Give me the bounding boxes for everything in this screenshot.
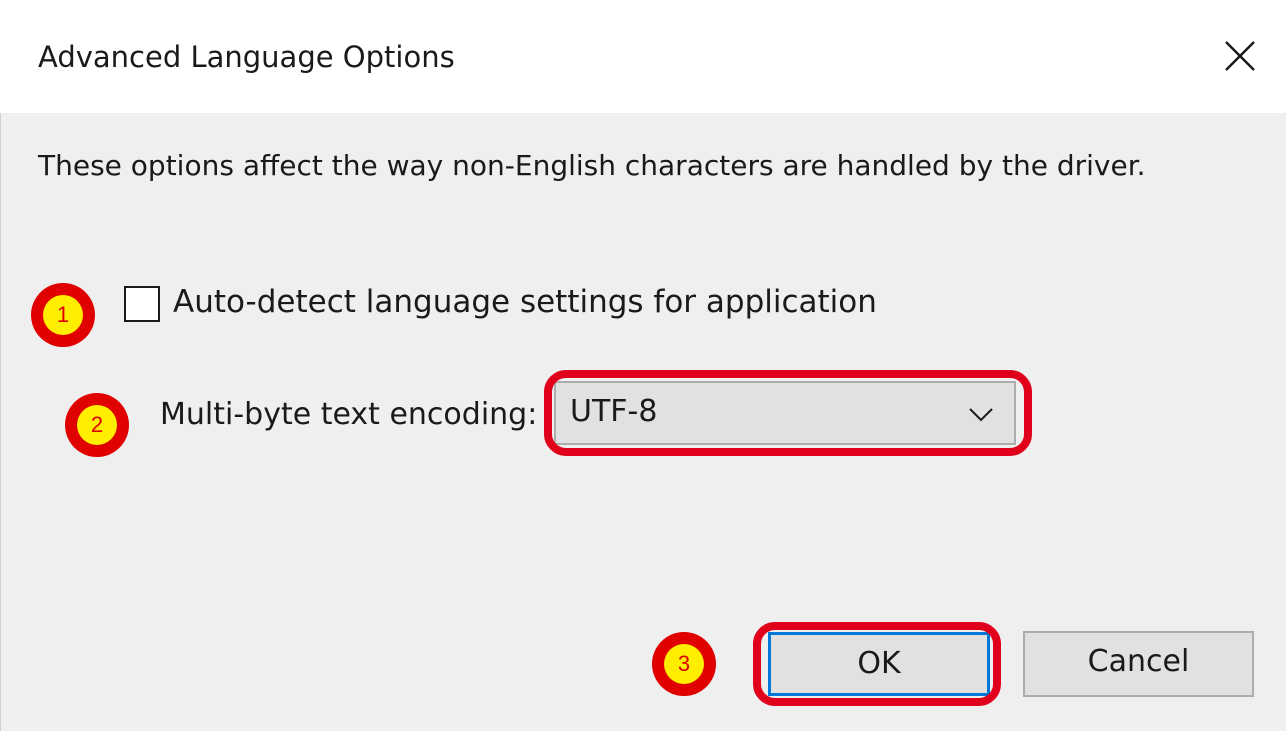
description-text: These options affect the way non-English… — [38, 149, 1146, 182]
encoding-label: Multi-byte text encoding: — [160, 397, 538, 432]
cancel-button[interactable]: Cancel — [1023, 631, 1254, 697]
encoding-highlight-box — [544, 370, 1032, 456]
title-bar: Advanced Language Options — [0, 0, 1286, 113]
close-icon — [1225, 41, 1255, 71]
ok-highlight-box — [753, 622, 1001, 706]
dialog-title: Advanced Language Options — [38, 40, 455, 74]
dialog-window: Advanced Language Options These options … — [0, 0, 1286, 731]
step-badge-1-number: 1 — [43, 295, 83, 335]
step-badge-2: 2 — [65, 393, 129, 457]
step-badge-1: 1 — [31, 283, 95, 347]
auto-detect-label[interactable]: Auto-detect language settings for applic… — [173, 284, 877, 320]
close-button[interactable] — [1220, 36, 1260, 76]
step-badge-3-number: 3 — [664, 644, 704, 684]
step-badge-2-number: 2 — [77, 405, 117, 445]
step-badge-3: 3 — [652, 632, 716, 696]
auto-detect-checkbox[interactable] — [124, 286, 160, 322]
